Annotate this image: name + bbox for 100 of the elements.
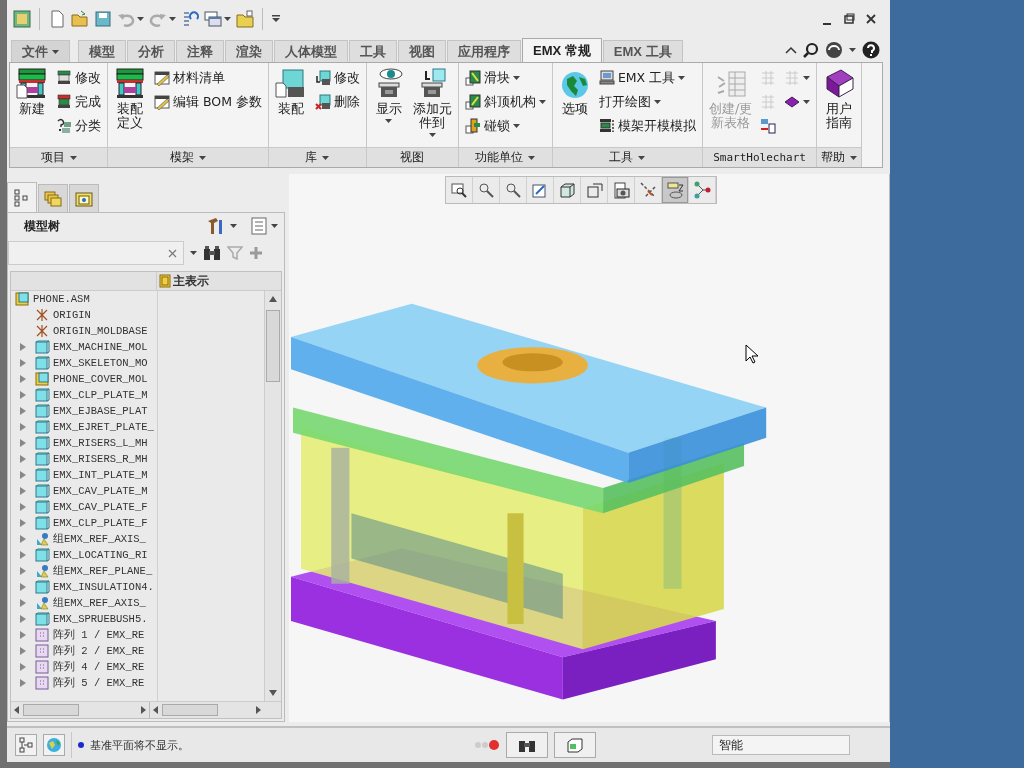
expand-arrow-icon[interactable]: [19, 391, 27, 399]
expand-arrow-icon[interactable]: [19, 583, 27, 591]
ribbon-button[interactable]: 选项: [557, 65, 592, 118]
tree-item[interactable]: EMX_LOCATING_RI: [53, 549, 148, 561]
expand-arrow-icon[interactable]: [19, 551, 27, 559]
tree-item[interactable]: 阵列 5 / EMX_RE: [53, 676, 145, 690]
expand-arrow-icon[interactable]: [19, 487, 27, 495]
expand-arrow-icon[interactable]: [19, 663, 27, 671]
ribbon-button[interactable]: 装配 定义: [113, 65, 147, 132]
expand-arrow-icon[interactable]: [19, 407, 27, 415]
expand-arrow-icon[interactable]: [19, 679, 27, 687]
regenerate-icon[interactable]: [181, 10, 199, 28]
ribbon-button[interactable]: 用户 指南: [822, 65, 857, 132]
tree-item[interactable]: PHONE_COVER_MOL: [53, 373, 148, 385]
tree-item[interactable]: 组EMX_REF_AXIS_: [53, 532, 146, 546]
filter-icon[interactable]: [227, 245, 243, 261]
clear-icon[interactable]: [168, 248, 177, 258]
tree-item[interactable]: 阵列 4 / EMX_RE: [53, 660, 145, 674]
navigator-tab[interactable]: [38, 184, 68, 212]
save-icon[interactable]: [94, 10, 112, 28]
tree-item[interactable]: EMX_EJRET_PLATE_: [53, 421, 154, 433]
find-button[interactable]: [506, 732, 548, 758]
tree-item[interactable]: EMX_CAV_PLATE_F: [53, 501, 148, 513]
binoculars-icon[interactable]: [203, 245, 221, 261]
customize-caret-icon[interactable]: [271, 15, 281, 23]
expand-arrow-icon[interactable]: [19, 455, 27, 463]
ribbon-tab[interactable]: 人体模型: [274, 40, 348, 62]
help-icon[interactable]: [862, 41, 880, 59]
ribbon-group-title[interactable]: 功能单位: [458, 147, 552, 167]
ribbon-tab[interactable]: 应用程序: [447, 40, 521, 62]
add-icon[interactable]: [249, 246, 263, 260]
tree-item[interactable]: EMX_CLP_PLATE_F: [53, 517, 148, 529]
ribbon-tab[interactable]: 模型: [78, 40, 126, 62]
expand-arrow-icon[interactable]: [19, 535, 27, 543]
selection-button[interactable]: [554, 732, 596, 758]
expand-arrow-icon[interactable]: [19, 647, 27, 655]
open-folder-icon[interactable]: [71, 10, 89, 28]
search-field[interactable]: [8, 241, 184, 265]
ribbon-group-title[interactable]: 帮助: [817, 147, 862, 167]
windows-icon[interactable]: [204, 10, 222, 28]
new-file-icon[interactable]: [48, 10, 66, 28]
ribbon-button[interactable]: 分类: [55, 115, 102, 137]
close-folder-icon[interactable]: [236, 10, 254, 28]
tree-item[interactable]: EMX_CAV_PLATE_M: [53, 485, 148, 497]
scroll-thumb[interactable]: [266, 310, 280, 382]
tree-item[interactable]: EMX_CLP_PLATE_M: [53, 389, 148, 401]
ribbon-tab[interactable]: 渲染: [225, 40, 273, 62]
expand-arrow-icon[interactable]: [19, 471, 27, 479]
ribbon-tab[interactable]: 分析: [127, 40, 175, 62]
ribbon-button[interactable]: 修改: [55, 67, 102, 89]
community-icon[interactable]: [825, 41, 843, 59]
tree-item[interactable]: EMX_RISERS_R_MH: [53, 453, 148, 465]
ribbon-button[interactable]: 新建: [15, 65, 49, 118]
expand-arrow-icon[interactable]: [19, 599, 27, 607]
tree-item[interactable]: ORIGIN_MOLDBASE: [53, 325, 148, 337]
tree-item[interactable]: EMX_SPRUEBUSH5.: [53, 613, 148, 625]
tree-item[interactable]: 组EMX_REF_AXIS_: [53, 596, 146, 610]
tree-item[interactable]: 阵列 1 / EMX_RE: [53, 628, 145, 642]
list-settings-icon[interactable]: [251, 217, 267, 235]
ribbon-group-title[interactable]: 工具: [552, 147, 702, 167]
expand-arrow-icon[interactable]: [19, 439, 27, 447]
ribbon-group-title[interactable]: 模架: [108, 147, 268, 167]
view-toolbar-button[interactable]: [662, 177, 689, 203]
application-icon[interactable]: [13, 10, 31, 28]
ribbon-button[interactable]: 删除: [313, 91, 361, 113]
tree-item[interactable]: EMX_RISERS_L_MH: [53, 437, 148, 449]
tree-item[interactable]: 阵列 2 / EMX_RE: [53, 644, 145, 658]
ribbon-group-title[interactable]: 库: [268, 147, 366, 167]
expand-arrow-icon[interactable]: [19, 503, 27, 511]
expand-arrow-icon[interactable]: [19, 343, 27, 351]
ribbon-button[interactable]: 完成: [55, 91, 102, 113]
expand-arrow-icon[interactable]: [19, 567, 27, 575]
tree-item[interactable]: ORIGIN: [53, 309, 91, 321]
expand-arrow-icon[interactable]: [19, 375, 27, 383]
navigator-tab[interactable]: [7, 182, 37, 212]
vertical-scrollbar[interactable]: [264, 291, 281, 701]
ribbon-button[interactable]: 装配: [273, 65, 308, 118]
selection-filter-field[interactable]: 智能: [712, 735, 850, 755]
ribbon-button[interactable]: 碰锁: [463, 115, 547, 137]
navigator-tab[interactable]: [69, 184, 99, 212]
ribbon-button[interactable]: 修改: [313, 67, 361, 89]
ribbon-tab[interactable]: 工具: [349, 40, 397, 62]
browser-toggle[interactable]: [43, 734, 65, 756]
expand-arrow-icon[interactable]: [19, 359, 27, 367]
expand-arrow-icon[interactable]: [19, 615, 27, 623]
ribbon-button[interactable]: 模架开模模拟: [597, 115, 697, 137]
search-icon[interactable]: [803, 42, 819, 58]
ribbon-button[interactable]: 材料清单: [153, 67, 263, 89]
expand-arrow-icon[interactable]: [19, 423, 27, 431]
tree-item[interactable]: PHONE.ASM: [33, 293, 90, 305]
ribbon-button[interactable]: 滑块: [463, 67, 547, 89]
tree-item[interactable]: EMX_INSULATION4.: [53, 581, 154, 593]
ribbon-group-title[interactable]: 项目: [10, 147, 107, 167]
expand-arrow-icon[interactable]: [19, 519, 27, 527]
tree-item[interactable]: EMX_MACHINE_MOL: [53, 341, 148, 353]
ribbon-tab[interactable]: 视图: [398, 40, 446, 62]
ribbon-tab[interactable]: EMX 工具: [602, 40, 683, 62]
column-header[interactable]: 主表示: [159, 272, 209, 290]
tree-item[interactable]: EMX_SKELETON_MO: [53, 357, 148, 369]
ribbon-button[interactable]: 显示: [371, 65, 406, 125]
